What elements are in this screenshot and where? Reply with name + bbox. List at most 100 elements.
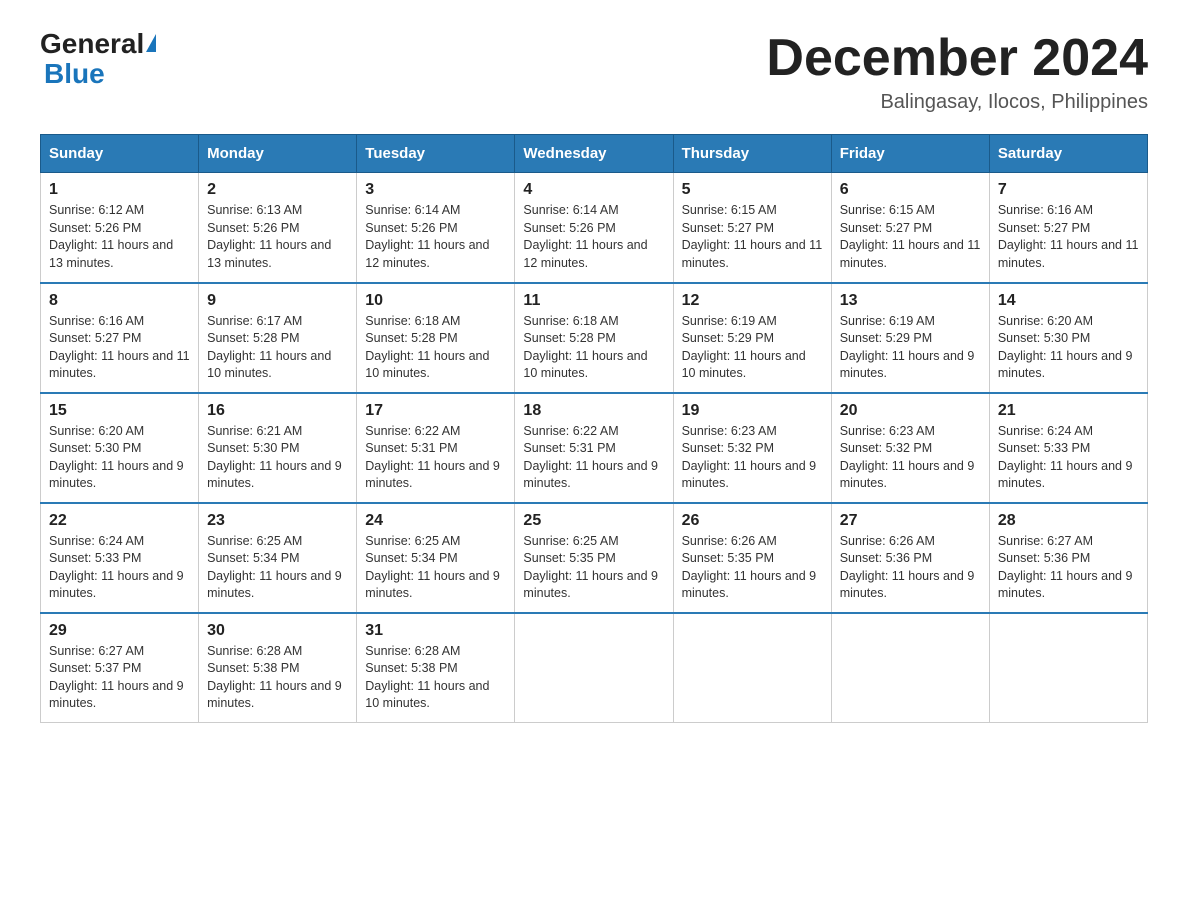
calendar-day-cell: 15 Sunrise: 6:20 AM Sunset: 5:30 PM Dayl… <box>41 393 199 503</box>
day-info: Sunrise: 6:25 AM Sunset: 5:35 PM Dayligh… <box>523 533 664 603</box>
day-info: Sunrise: 6:25 AM Sunset: 5:34 PM Dayligh… <box>207 533 348 603</box>
day-info: Sunrise: 6:20 AM Sunset: 5:30 PM Dayligh… <box>998 313 1139 383</box>
day-info: Sunrise: 6:18 AM Sunset: 5:28 PM Dayligh… <box>523 313 664 383</box>
day-info: Sunrise: 6:25 AM Sunset: 5:34 PM Dayligh… <box>365 533 506 603</box>
calendar-day-cell: 23 Sunrise: 6:25 AM Sunset: 5:34 PM Dayl… <box>199 503 357 613</box>
calendar-day-cell: 16 Sunrise: 6:21 AM Sunset: 5:30 PM Dayl… <box>199 393 357 503</box>
calendar-day-cell: 9 Sunrise: 6:17 AM Sunset: 5:28 PM Dayli… <box>199 283 357 393</box>
calendar-day-cell: 27 Sunrise: 6:26 AM Sunset: 5:36 PM Dayl… <box>831 503 989 613</box>
column-header-monday: Monday <box>199 135 357 173</box>
calendar-day-cell: 29 Sunrise: 6:27 AM Sunset: 5:37 PM Dayl… <box>41 613 199 723</box>
calendar-week-row: 29 Sunrise: 6:27 AM Sunset: 5:37 PM Dayl… <box>41 613 1148 723</box>
day-number: 18 <box>523 402 664 420</box>
day-info: Sunrise: 6:21 AM Sunset: 5:30 PM Dayligh… <box>207 423 348 493</box>
day-info: Sunrise: 6:14 AM Sunset: 5:26 PM Dayligh… <box>365 202 506 272</box>
calendar-header-row: SundayMondayTuesdayWednesdayThursdayFrid… <box>41 135 1148 173</box>
day-info: Sunrise: 6:13 AM Sunset: 5:26 PM Dayligh… <box>207 202 348 272</box>
day-info: Sunrise: 6:19 AM Sunset: 5:29 PM Dayligh… <box>840 313 981 383</box>
calendar-day-cell: 10 Sunrise: 6:18 AM Sunset: 5:28 PM Dayl… <box>357 283 515 393</box>
calendar-week-row: 1 Sunrise: 6:12 AM Sunset: 5:26 PM Dayli… <box>41 173 1148 283</box>
day-number: 15 <box>49 402 190 420</box>
calendar-day-cell <box>989 613 1147 723</box>
calendar-day-cell: 17 Sunrise: 6:22 AM Sunset: 5:31 PM Dayl… <box>357 393 515 503</box>
calendar-day-cell: 4 Sunrise: 6:14 AM Sunset: 5:26 PM Dayli… <box>515 173 673 283</box>
logo: General Blue <box>40 30 156 90</box>
day-number: 19 <box>682 402 823 420</box>
calendar-day-cell: 26 Sunrise: 6:26 AM Sunset: 5:35 PM Dayl… <box>673 503 831 613</box>
logo-general-text: General <box>40 30 144 58</box>
calendar-day-cell: 31 Sunrise: 6:28 AM Sunset: 5:38 PM Dayl… <box>357 613 515 723</box>
logo-triangle-icon <box>146 34 156 52</box>
calendar-day-cell: 6 Sunrise: 6:15 AM Sunset: 5:27 PM Dayli… <box>831 173 989 283</box>
day-number: 17 <box>365 402 506 420</box>
day-info: Sunrise: 6:28 AM Sunset: 5:38 PM Dayligh… <box>365 643 506 713</box>
day-number: 4 <box>523 181 664 199</box>
column-header-wednesday: Wednesday <box>515 135 673 173</box>
day-number: 27 <box>840 512 981 530</box>
calendar-day-cell: 1 Sunrise: 6:12 AM Sunset: 5:26 PM Dayli… <box>41 173 199 283</box>
calendar-day-cell: 22 Sunrise: 6:24 AM Sunset: 5:33 PM Dayl… <box>41 503 199 613</box>
page-header: General Blue December 2024 Balingasay, I… <box>40 30 1148 114</box>
day-info: Sunrise: 6:26 AM Sunset: 5:36 PM Dayligh… <box>840 533 981 603</box>
calendar-day-cell: 21 Sunrise: 6:24 AM Sunset: 5:33 PM Dayl… <box>989 393 1147 503</box>
day-number: 23 <box>207 512 348 530</box>
calendar-day-cell: 3 Sunrise: 6:14 AM Sunset: 5:26 PM Dayli… <box>357 173 515 283</box>
day-info: Sunrise: 6:24 AM Sunset: 5:33 PM Dayligh… <box>998 423 1139 493</box>
day-info: Sunrise: 6:27 AM Sunset: 5:36 PM Dayligh… <box>998 533 1139 603</box>
calendar-day-cell: 2 Sunrise: 6:13 AM Sunset: 5:26 PM Dayli… <box>199 173 357 283</box>
calendar-day-cell <box>515 613 673 723</box>
day-number: 11 <box>523 292 664 310</box>
column-header-saturday: Saturday <box>989 135 1147 173</box>
calendar-day-cell: 8 Sunrise: 6:16 AM Sunset: 5:27 PM Dayli… <box>41 283 199 393</box>
calendar-day-cell: 7 Sunrise: 6:16 AM Sunset: 5:27 PM Dayli… <box>989 173 1147 283</box>
day-number: 5 <box>682 181 823 199</box>
calendar-week-row: 15 Sunrise: 6:20 AM Sunset: 5:30 PM Dayl… <box>41 393 1148 503</box>
day-info: Sunrise: 6:16 AM Sunset: 5:27 PM Dayligh… <box>998 202 1139 272</box>
day-number: 6 <box>840 181 981 199</box>
column-header-sunday: Sunday <box>41 135 199 173</box>
day-info: Sunrise: 6:22 AM Sunset: 5:31 PM Dayligh… <box>523 423 664 493</box>
calendar-day-cell: 20 Sunrise: 6:23 AM Sunset: 5:32 PM Dayl… <box>831 393 989 503</box>
day-info: Sunrise: 6:15 AM Sunset: 5:27 PM Dayligh… <box>840 202 981 272</box>
day-number: 8 <box>49 292 190 310</box>
day-info: Sunrise: 6:12 AM Sunset: 5:26 PM Dayligh… <box>49 202 190 272</box>
title-area: December 2024 Balingasay, Ilocos, Philip… <box>766 30 1148 114</box>
day-number: 1 <box>49 181 190 199</box>
day-info: Sunrise: 6:24 AM Sunset: 5:33 PM Dayligh… <box>49 533 190 603</box>
calendar-day-cell: 5 Sunrise: 6:15 AM Sunset: 5:27 PM Dayli… <box>673 173 831 283</box>
day-number: 16 <box>207 402 348 420</box>
calendar-day-cell <box>673 613 831 723</box>
calendar-day-cell: 30 Sunrise: 6:28 AM Sunset: 5:38 PM Dayl… <box>199 613 357 723</box>
day-number: 2 <box>207 181 348 199</box>
calendar-day-cell: 18 Sunrise: 6:22 AM Sunset: 5:31 PM Dayl… <box>515 393 673 503</box>
calendar-table: SundayMondayTuesdayWednesdayThursdayFrid… <box>40 134 1148 723</box>
calendar-day-cell: 11 Sunrise: 6:18 AM Sunset: 5:28 PM Dayl… <box>515 283 673 393</box>
day-number: 26 <box>682 512 823 530</box>
day-number: 28 <box>998 512 1139 530</box>
day-info: Sunrise: 6:27 AM Sunset: 5:37 PM Dayligh… <box>49 643 190 713</box>
calendar-day-cell: 24 Sunrise: 6:25 AM Sunset: 5:34 PM Dayl… <box>357 503 515 613</box>
day-number: 13 <box>840 292 981 310</box>
column-header-tuesday: Tuesday <box>357 135 515 173</box>
day-number: 31 <box>365 622 506 640</box>
calendar-week-row: 22 Sunrise: 6:24 AM Sunset: 5:33 PM Dayl… <box>41 503 1148 613</box>
day-number: 30 <box>207 622 348 640</box>
day-info: Sunrise: 6:18 AM Sunset: 5:28 PM Dayligh… <box>365 313 506 383</box>
calendar-day-cell <box>831 613 989 723</box>
day-number: 21 <box>998 402 1139 420</box>
day-info: Sunrise: 6:16 AM Sunset: 5:27 PM Dayligh… <box>49 313 190 383</box>
day-number: 12 <box>682 292 823 310</box>
day-info: Sunrise: 6:14 AM Sunset: 5:26 PM Dayligh… <box>523 202 664 272</box>
calendar-day-cell: 28 Sunrise: 6:27 AM Sunset: 5:36 PM Dayl… <box>989 503 1147 613</box>
day-info: Sunrise: 6:17 AM Sunset: 5:28 PM Dayligh… <box>207 313 348 383</box>
day-number: 3 <box>365 181 506 199</box>
day-number: 24 <box>365 512 506 530</box>
day-info: Sunrise: 6:20 AM Sunset: 5:30 PM Dayligh… <box>49 423 190 493</box>
day-number: 20 <box>840 402 981 420</box>
day-info: Sunrise: 6:26 AM Sunset: 5:35 PM Dayligh… <box>682 533 823 603</box>
day-info: Sunrise: 6:19 AM Sunset: 5:29 PM Dayligh… <box>682 313 823 383</box>
calendar-week-row: 8 Sunrise: 6:16 AM Sunset: 5:27 PM Dayli… <box>41 283 1148 393</box>
column-header-friday: Friday <box>831 135 989 173</box>
day-number: 10 <box>365 292 506 310</box>
day-info: Sunrise: 6:23 AM Sunset: 5:32 PM Dayligh… <box>682 423 823 493</box>
